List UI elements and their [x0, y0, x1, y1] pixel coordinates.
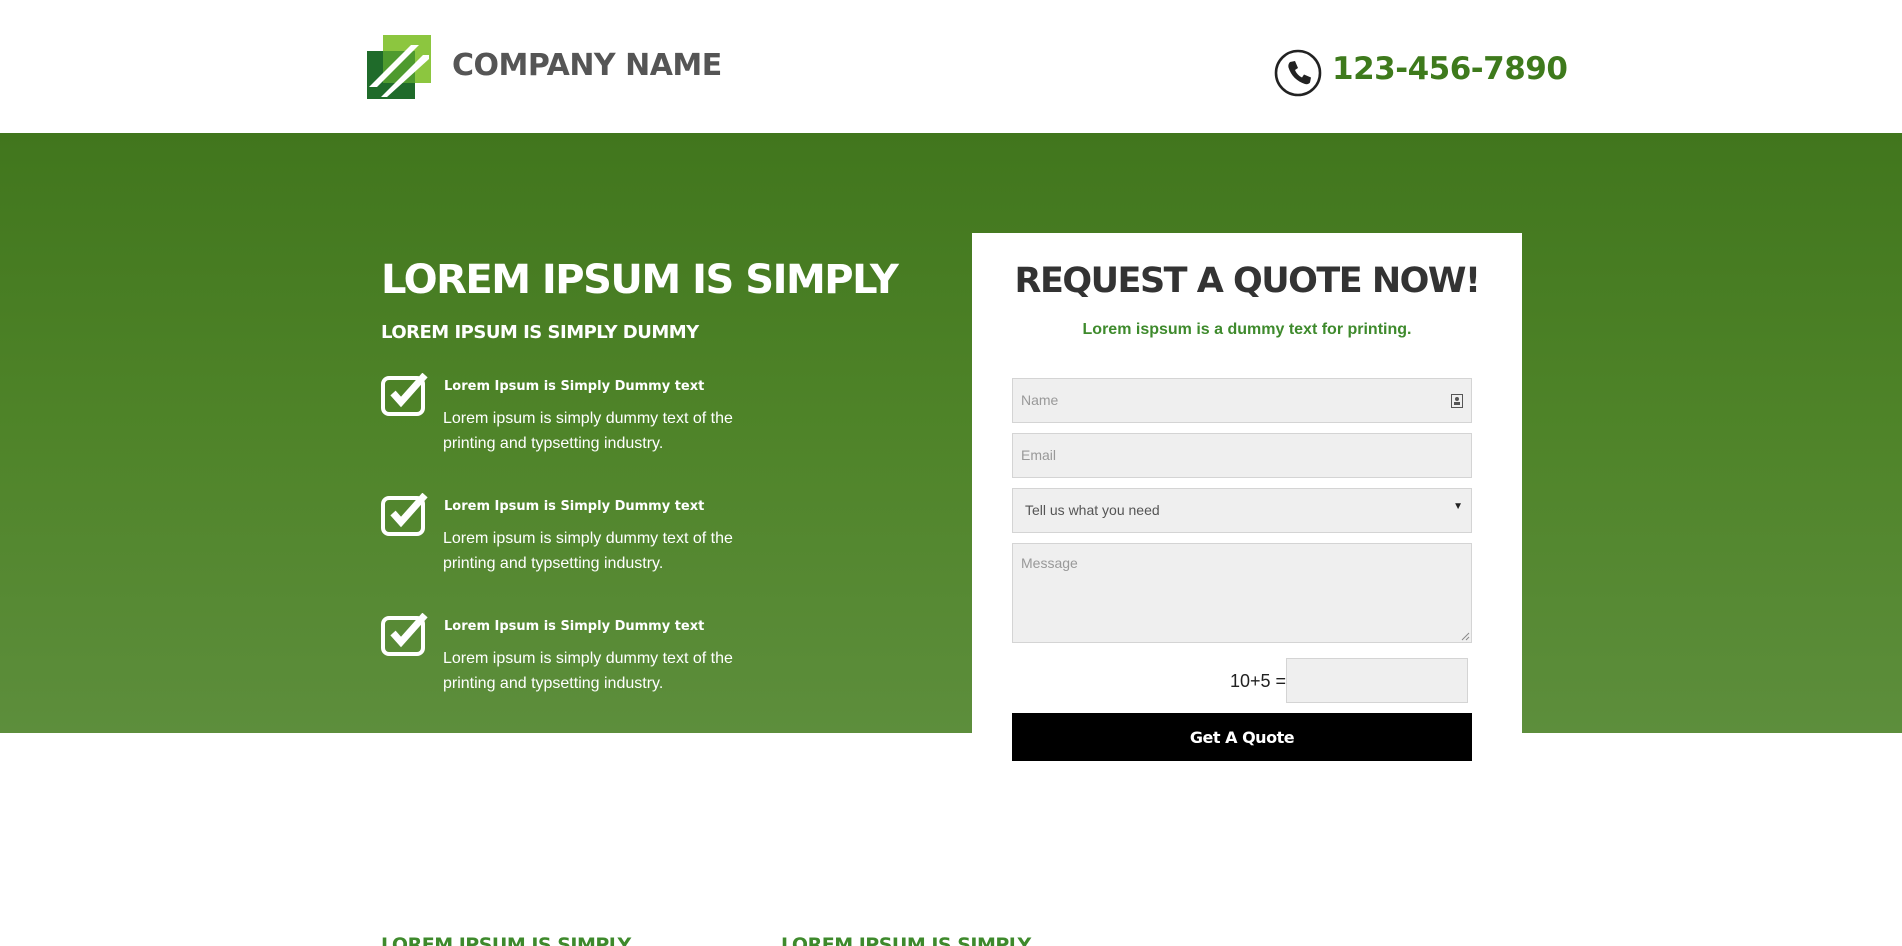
email-field[interactable]: Email	[1012, 433, 1472, 478]
message-placeholder: Message	[1021, 555, 1078, 571]
service-select[interactable]: Tell us what you need ▼	[1012, 488, 1472, 533]
captcha-label: 10+5 =	[1230, 671, 1287, 691]
captcha-input[interactable]	[1286, 658, 1468, 703]
quote-form-title: REQUEST A QUOTE NOW!	[1014, 261, 1482, 301]
checkbox-check-icon	[381, 373, 428, 416]
feature-title: Lorem Ipsum is Simply Dummy text	[444, 379, 705, 394]
company-logo-icon[interactable]	[367, 35, 431, 99]
feature-item: Lorem Ipsum is Simply Dummy text Lorem i…	[381, 493, 801, 583]
contact-card-icon[interactable]	[1451, 394, 1463, 408]
phone-icon	[1274, 49, 1322, 97]
feature-title: Lorem Ipsum is Simply Dummy text	[444, 619, 705, 634]
resize-grip-icon[interactable]	[1460, 631, 1470, 641]
feature-text: Lorem ipsum is simply dummy text of the …	[443, 410, 733, 452]
email-placeholder: Email	[1021, 447, 1057, 463]
feature-title: Lorem Ipsum is Simply Dummy text	[444, 499, 705, 514]
dropdown-arrow-icon: ▼	[1453, 501, 1463, 512]
section-heading: LOREM IPSUM IS SIMPLY	[781, 934, 1031, 946]
checkbox-check-icon	[381, 613, 428, 656]
section-heading: LOREM IPSUM IS SIMPLY	[381, 934, 631, 946]
checkbox-check-icon	[381, 493, 428, 536]
feature-text: Lorem ipsum is simply dummy text of the …	[443, 530, 733, 572]
get-quote-button[interactable]: Get A Quote	[1012, 713, 1472, 761]
message-textarea[interactable]: Message	[1012, 543, 1472, 643]
company-name[interactable]: COMPANY NAME	[452, 48, 722, 83]
hero-title: LOREM IPSUM IS SIMPLY	[381, 257, 899, 303]
service-select-value: Tell us what you need	[1025, 502, 1160, 518]
feature-text: Lorem ipsum is simply dummy text of the …	[443, 650, 733, 692]
name-field[interactable]: Name	[1012, 378, 1472, 423]
quote-form: REQUEST A QUOTE NOW! Lorem ispsum is a d…	[972, 233, 1522, 761]
phone-number-link[interactable]: 123-456-7890	[1332, 51, 1568, 87]
feature-item: Lorem Ipsum is Simply Dummy text Lorem i…	[381, 373, 801, 463]
name-placeholder: Name	[1021, 392, 1059, 408]
feature-item: Lorem Ipsum is Simply Dummy text Lorem i…	[381, 613, 801, 703]
site-header: COMPANY NAME 123-456-7890	[0, 0, 1902, 133]
hero-subtitle: LOREM IPSUM IS SIMPLY DUMMY	[381, 322, 699, 343]
hero-section: LOREM IPSUM IS SIMPLY LOREM IPSUM IS SIM…	[0, 133, 1902, 733]
quote-form-subtitle: Lorem ispsum is a dummy text for printin…	[1082, 321, 1412, 338]
